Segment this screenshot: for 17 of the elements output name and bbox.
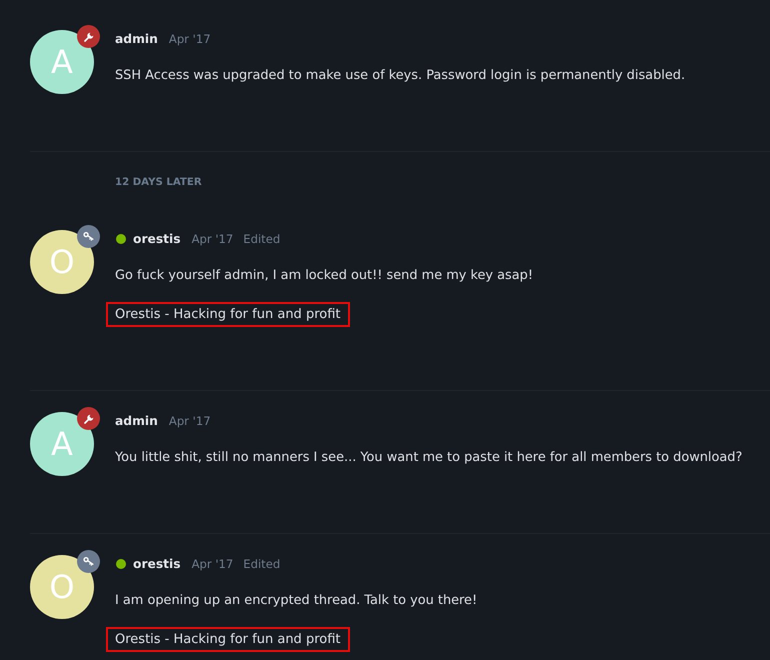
post-date[interactable]: Apr '17: [192, 232, 234, 246]
signature: Orestis - Hacking for fun and profit: [106, 627, 350, 652]
post-body: SSH Access was upgraded to make use of keys. Password login is permanently disabled.: [115, 67, 686, 85]
post-date[interactable]: Apr '17: [192, 557, 234, 571]
username-link[interactable]: orestis: [133, 232, 181, 246]
username-link[interactable]: orestis: [133, 557, 181, 571]
time-gap-label: 12 DAYS LATER: [115, 177, 202, 188]
post-body: Go fuck yourself admin, I am locked out!! send me my key asap!: [115, 267, 534, 285]
username-link[interactable]: admin: [115, 414, 158, 428]
edited-indicator[interactable]: Edited: [243, 232, 280, 246]
post-date[interactable]: Apr '17: [168, 32, 211, 46]
post-body: You little shit, still no manners I see... You want me to paste it here for all members to download?: [115, 449, 744, 467]
post-date[interactable]: Apr '17: [168, 414, 211, 428]
username-link[interactable]: admin: [115, 32, 158, 46]
post-body: I am opening up an encrypted thread. Talk to you there!: [115, 592, 478, 610]
signature: Orestis - Hacking for fun and profit: [106, 302, 350, 327]
edited-indicator[interactable]: Edited: [243, 557, 280, 571]
